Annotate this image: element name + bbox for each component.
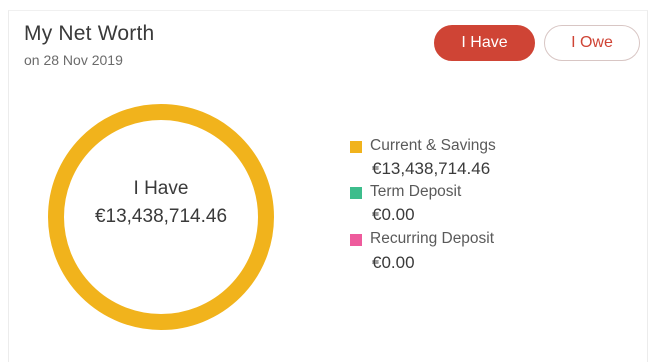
legend-value-term-deposit: €0.00 bbox=[372, 205, 415, 224]
i-owe-button[interactable]: I Owe bbox=[544, 25, 640, 61]
legend-value-recurring-deposit: €0.00 bbox=[372, 253, 415, 272]
donut-center-label: I Have bbox=[133, 178, 189, 199]
legend-value-current-savings: €13,438,714.46 bbox=[372, 159, 491, 178]
legend-swatch-term-deposit bbox=[350, 187, 362, 199]
donut-center-value: €13,438,714.46 bbox=[94, 206, 228, 227]
legend-label-recurring-deposit: Recurring Deposit bbox=[370, 230, 495, 247]
card-date: on 28 Nov 2019 bbox=[24, 52, 123, 68]
legend-swatch-recurring-deposit bbox=[350, 234, 362, 246]
i-have-button[interactable]: I Have bbox=[434, 25, 535, 61]
card-title: My Net Worth bbox=[24, 22, 155, 45]
legend-label-current-savings: Current & Savings bbox=[370, 137, 496, 154]
legend-label-term-deposit: Term Deposit bbox=[370, 183, 462, 200]
legend-swatch-current-savings bbox=[350, 141, 362, 153]
